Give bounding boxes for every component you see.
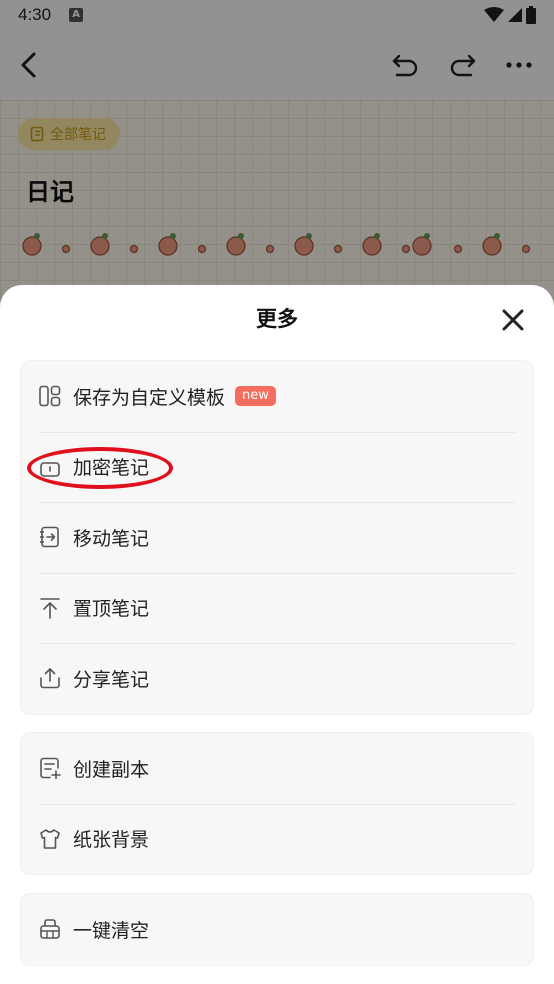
menu-item-label: 加密笔记 [73, 457, 150, 480]
menu-item-pin-note[interactable]: 置顶笔记 [21, 572, 533, 644]
menu-item-move-note[interactable]: 移动笔记 [21, 502, 533, 573]
copy-note-icon [39, 757, 61, 780]
menu-item-label: 置顶笔记 [73, 598, 150, 621]
menu-item-label: 创建副本 [73, 758, 150, 781]
menu-item-label: 分享笔记 [73, 668, 150, 691]
options-group-2: 创建副本 纸张背景 [20, 732, 534, 875]
menu-item-paper-background[interactable]: 纸张背景 [21, 803, 533, 875]
move-note-icon [39, 526, 61, 548]
menu-item-create-copy[interactable]: 创建副本 [21, 733, 533, 804]
menu-item-save-template[interactable]: 保存为自定义模板 new [21, 361, 533, 432]
menu-item-clear-all[interactable]: 一键清空 [21, 894, 533, 965]
more-options-sheet: 更多 保存为自定义模板 new 加密笔记 移动笔记 置顶笔记 分享笔记 创建副本… [0, 285, 554, 984]
options-group-1: 保存为自定义模板 new 加密笔记 移动笔记 置顶笔记 分享笔记 [20, 360, 534, 715]
menu-item-label: 移动笔记 [73, 527, 150, 550]
options-group-3: 一键清空 [20, 893, 534, 966]
menu-item-label: 纸张背景 [73, 829, 150, 852]
menu-item-label: 保存为自定义模板 [73, 386, 226, 409]
paper-background-icon [39, 828, 61, 850]
clear-basket-icon [39, 918, 61, 940]
template-icon [39, 385, 61, 407]
new-badge: new [235, 386, 276, 407]
menu-item-label: 一键清空 [73, 919, 150, 942]
close-button[interactable] [500, 307, 526, 333]
pin-top-icon [39, 597, 61, 619]
lock-icon [39, 456, 61, 478]
menu-item-share-note[interactable]: 分享笔记 [21, 643, 533, 714]
menu-item-encrypt-note[interactable]: 加密笔记 [21, 431, 533, 503]
close-icon [502, 309, 524, 331]
sheet-title: 更多 [256, 307, 298, 331]
screen: 4:30 A 全部笔记 日记 更多 保存为自定义模板 new 加密笔记 移动笔记… [0, 0, 554, 984]
share-icon [39, 667, 61, 689]
